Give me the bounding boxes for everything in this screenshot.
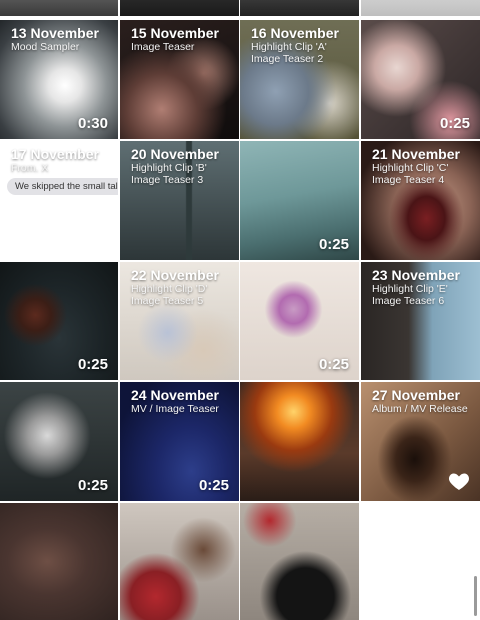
grid-tile[interactable]: 0:25 (240, 262, 359, 380)
heart-icon[interactable] (447, 469, 471, 493)
tile-subcaption: Image Teaser 2 (251, 53, 324, 65)
tile-date: 23 November (372, 267, 460, 283)
message-bubble: We skipped the small talk (7, 178, 118, 195)
video-duration: 0:25 (77, 477, 108, 494)
tile-thumbnail (361, 0, 480, 16)
tile-date: 13 November (11, 25, 99, 41)
tile-thumbnail (120, 503, 239, 620)
tile-date: 20 November (131, 146, 219, 162)
tile-date: 21 November (372, 146, 460, 162)
video-duration: 0:25 (318, 356, 349, 373)
tile-caption: From. X (11, 162, 49, 174)
grid-tile[interactable]: 27 November Album / MV Release (361, 382, 480, 501)
video-duration: 0:25 (439, 115, 470, 132)
tile-caption: Highlight Clip 'E' (372, 283, 448, 295)
tile-date: 27 November (372, 387, 460, 403)
grid-tile[interactable]: 15 November Image Teaser (120, 20, 239, 139)
scrollbar[interactable] (474, 576, 477, 616)
tile-caption: MV / Image Teaser (131, 403, 219, 415)
grid-tile[interactable]: 0:25 (0, 382, 118, 501)
video-duration: 0:30 (77, 115, 108, 132)
grid-tile[interactable]: 0:25 (0, 262, 118, 380)
tile-date: 22 November (131, 267, 219, 283)
tile-caption: Image Teaser (131, 41, 195, 53)
grid-tile[interactable]: 24 November MV / Image Teaser 0:25 (120, 382, 239, 501)
tile-thumbnail (361, 503, 480, 620)
grid-tile[interactable]: 20 November Highlight Clip 'B' Image Tease… (120, 141, 239, 260)
tile-subcaption: Image Teaser 6 (372, 295, 445, 307)
tile-thumbnail (240, 382, 359, 501)
grid-tile[interactable] (240, 382, 359, 501)
tile-caption: Highlight Clip 'C' (372, 162, 449, 174)
tile-date: 16 November (251, 25, 339, 41)
tile-caption: Mood Sampler (11, 41, 80, 53)
tile-thumbnail (240, 0, 359, 16)
grid-tile[interactable]: 0:25 (361, 20, 480, 139)
grid-tile[interactable] (240, 0, 359, 16)
grid-tile[interactable]: 17 November From. X We skipped the small t… (0, 141, 118, 260)
tile-caption: Highlight Clip 'B' (131, 162, 207, 174)
tile-caption: Album / MV Release (372, 403, 468, 415)
grid-tile[interactable]: 21 November Highlight Clip 'C' Image Tease… (361, 141, 480, 260)
grid-tile[interactable] (120, 503, 239, 620)
tile-thumbnail (0, 503, 118, 620)
grid-tile[interactable] (240, 503, 359, 620)
grid-tile[interactable]: 13 November Mood Sampler 0:30 (0, 20, 118, 139)
image-grid: 13 November Mood Sampler 0:30 15 November Im… (0, 0, 480, 620)
grid-tile[interactable] (0, 0, 118, 16)
tile-date: 17 November (11, 146, 99, 162)
tile-subcaption: Image Teaser 4 (372, 174, 445, 186)
grid-tile[interactable]: 23 November Highlight Clip 'E' Image Tease… (361, 262, 480, 380)
tile-thumbnail (240, 503, 359, 620)
tile-thumbnail (0, 0, 118, 16)
tile-thumbnail (120, 0, 239, 16)
grid-tile[interactable] (0, 503, 118, 620)
grid-tile[interactable] (120, 0, 239, 16)
grid-tile[interactable] (361, 503, 480, 620)
tile-date: 15 November (131, 25, 219, 41)
tile-subcaption: Image Teaser 5 (131, 295, 204, 307)
grid-tile[interactable] (361, 0, 480, 16)
grid-tile[interactable]: 22 November Highlight Clip 'D' Image Tease… (120, 262, 239, 380)
tile-caption: Highlight Clip 'A' (251, 41, 327, 53)
video-duration: 0:25 (198, 477, 229, 494)
grid-tile[interactable]: 0:25 (240, 141, 359, 260)
video-duration: 0:25 (77, 356, 108, 373)
tile-date: 24 November (131, 387, 219, 403)
tile-subcaption: Image Teaser 3 (131, 174, 204, 186)
video-duration: 0:25 (318, 236, 349, 253)
tile-caption: Highlight Clip 'D' (131, 283, 208, 295)
grid-tile[interactable]: 16 November Highlight Clip 'A' Image Tease… (240, 20, 359, 139)
